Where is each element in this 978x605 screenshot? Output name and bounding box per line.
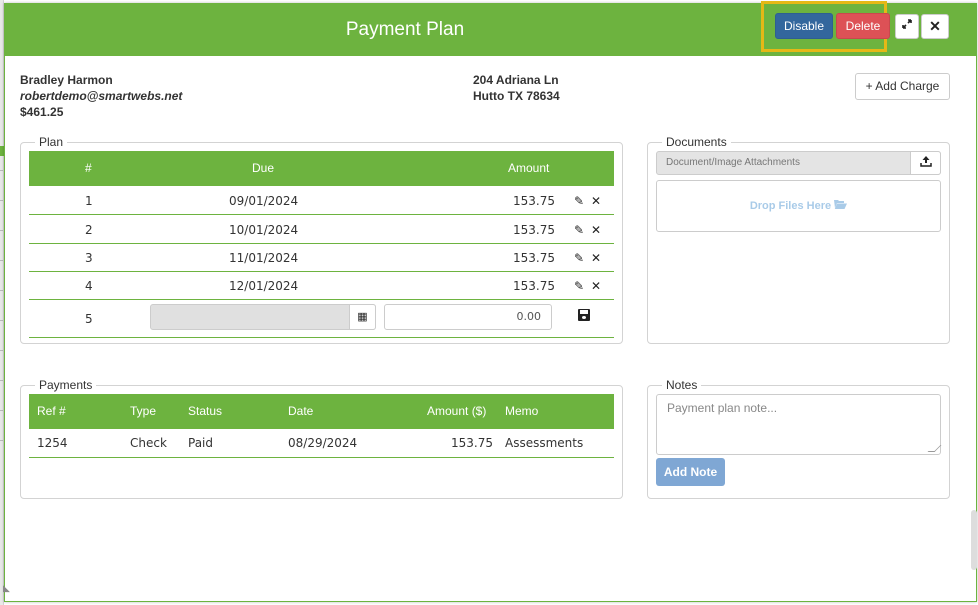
note-placeholder: Payment plan note... [667, 401, 778, 415]
column-header-amount: Amount ($) [427, 404, 487, 418]
plan-row-num: 4 [85, 279, 93, 293]
column-header-status: Status [188, 404, 223, 418]
column-header-num: # [85, 161, 92, 175]
delete-icon[interactable]: ✕ [591, 216, 601, 244]
plan-row-due: 10/01/2024 [229, 223, 299, 237]
address-line-2: Hutto TX 78634 [473, 89, 560, 103]
plan-row-due: 12/01/2024 [229, 279, 299, 293]
payments-legend: Payments [35, 378, 97, 392]
plan-row: 4 12/01/2024 153.75 ✎ ✕ [29, 272, 614, 300]
drop-files-label: Drop Files Here [656, 180, 941, 232]
drop-files-text: Drop Files Here [749, 200, 832, 212]
payment-status: Paid [188, 436, 214, 450]
modal-title: Payment Plan [345, 19, 465, 40]
plan-row-due: 11/01/2024 [229, 251, 299, 265]
close-icon[interactable]: ✕ [921, 14, 949, 39]
plan-row-amount: 153.75 [513, 279, 555, 293]
plan-row: 3 11/01/2024 153.75 ✎ ✕ [29, 244, 614, 272]
scrollbar[interactable] [971, 510, 977, 570]
expand-icon[interactable] [895, 14, 919, 39]
plan-legend: Plan [35, 135, 68, 149]
disable-button[interactable]: Disable [775, 13, 833, 39]
payment-ref: 1254 [37, 436, 68, 450]
documents-legend: Documents [662, 135, 731, 149]
ruler-tick [0, 380, 3, 381]
plan-row-amount: 153.75 [513, 251, 555, 265]
column-header-amount: Amount [508, 161, 550, 175]
column-header-type: Type [130, 404, 157, 418]
ruler-tick [0, 290, 3, 291]
edit-icon[interactable]: ✎ [574, 187, 584, 215]
corner-resize-icon[interactable]: ◣ [3, 583, 10, 594]
delete-icon[interactable]: ✕ [591, 187, 601, 215]
ruler-tick [0, 170, 3, 171]
payment-type: Check [130, 436, 167, 450]
plan-row-amount: 153.75 [513, 223, 555, 237]
edit-icon[interactable]: ✎ [574, 244, 584, 272]
attachments-label: Document/Image Attachments [666, 157, 800, 168]
plan-row-num: 2 [85, 223, 93, 237]
folder-open-icon [834, 200, 848, 212]
ruler-tick [0, 260, 3, 261]
ruler-tick [0, 230, 3, 231]
edit-icon[interactable]: ✎ [574, 272, 584, 300]
owner-email: robertdemo@smartwebs.net [20, 89, 183, 103]
ruler-tick [0, 320, 3, 321]
owner-balance: $461.25 [20, 105, 64, 119]
ruler-tick [0, 200, 3, 201]
plan-row-num: 1 [85, 194, 93, 208]
payment-amount: 153.75 [451, 436, 493, 450]
resize-grip-icon[interactable] [927, 445, 942, 452]
save-icon[interactable] [578, 309, 590, 321]
add-note-button[interactable]: Add Note [656, 458, 725, 486]
add-charge-button[interactable]: + Add Charge [855, 73, 950, 100]
ruler-tick [0, 440, 3, 441]
plan-row-num: 3 [85, 251, 93, 265]
delete-icon[interactable]: ✕ [591, 244, 601, 272]
upload-icon[interactable] [910, 151, 941, 175]
column-header-memo: Memo [505, 404, 539, 418]
plan-row: 1 09/01/2024 153.75 ✎ ✕ [29, 187, 614, 215]
note-textarea[interactable]: Payment plan note... [656, 394, 942, 455]
plan-row-amount: 153.75 [513, 194, 555, 208]
plan-new-row-num: 5 [85, 312, 93, 326]
amount-input[interactable]: 0.00 [384, 304, 552, 330]
calendar-icon[interactable]: ▦ [349, 304, 376, 330]
payment-memo: Assessments [505, 436, 584, 450]
plan-row: 2 10/01/2024 153.75 ✎ ✕ [29, 216, 614, 244]
ruler-tick [0, 350, 3, 351]
column-header-date: Date [288, 404, 314, 418]
owner-name: Bradley Harmon [20, 73, 113, 87]
delete-button[interactable]: Delete [836, 13, 890, 39]
notes-legend: Notes [662, 378, 702, 392]
delete-icon[interactable]: ✕ [591, 272, 601, 300]
ruler-tick [0, 410, 3, 411]
payments-table-header: Ref # Type Status Date Amount ($) Memo [29, 394, 614, 429]
column-header-ref: Ref # [37, 404, 66, 418]
column-header-due: Due [252, 161, 275, 175]
plan-row-due: 09/01/2024 [229, 194, 299, 208]
due-date-input[interactable] [150, 304, 376, 330]
payment-row: 1254 Check Paid 08/29/2024 153.75 Assess… [29, 429, 614, 458]
address-line-1: 204 Adriana Ln [473, 73, 559, 87]
payment-date: 08/29/2024 [288, 436, 358, 450]
plan-table-header: # Due Amount [29, 151, 614, 186]
edit-icon[interactable]: ✎ [574, 216, 584, 244]
